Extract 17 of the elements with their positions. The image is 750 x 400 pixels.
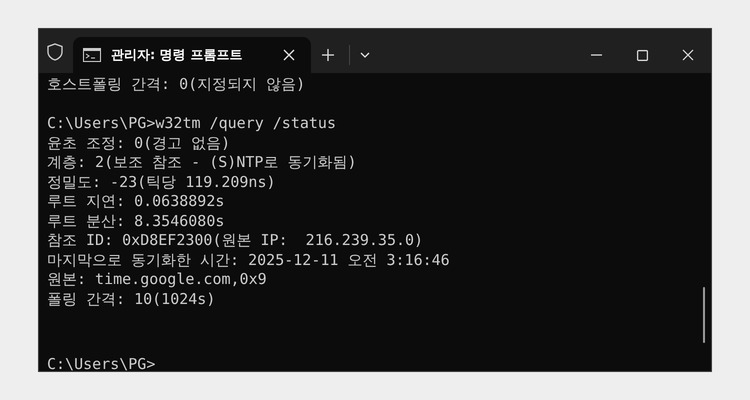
terminal-line: 원본: time.google.com,0x9 — [47, 270, 268, 290]
scrollbar[interactable] — [703, 287, 705, 343]
terminal-tab[interactable]: 관리자: 명령 프롬프트 — [73, 37, 311, 73]
terminal-line: 폴링 간격: 10(1024s) — [47, 290, 216, 309]
terminal-line: 참조 ID: 0xD8EF2300(원본 IP: 216.239.35.0) — [47, 231, 424, 250]
terminal-line: 정밀도: -23(틱당 119.209ns) — [47, 172, 277, 192]
terminal-line: 호스트폴링 간격: 0(지정되지 않음) — [47, 75, 306, 94]
terminal-line: 루트 지연: 0.0638892s — [47, 192, 226, 212]
terminal-line: 루트 분산: 8.3546080s — [47, 212, 226, 231]
shield-icon — [47, 43, 63, 61]
console-icon — [83, 48, 101, 62]
tab-title: 관리자: 명령 프롬프트 — [111, 47, 244, 64]
command-prompt: C:\Users\PG> — [47, 355, 156, 371]
terminal-line: C:\Users\PG>w32tm /query /status — [47, 114, 337, 134]
terminal-line: 계층: 2(보조 참조 - (S)NTP로 동기화됨) — [47, 153, 358, 172]
terminal-line: 마지막으로 동기화한 시간: 2025-12-11 오전 3:16:46 — [47, 250, 451, 270]
terminal-line: 윤초 조정: 0(경고 없음) — [47, 134, 232, 153]
